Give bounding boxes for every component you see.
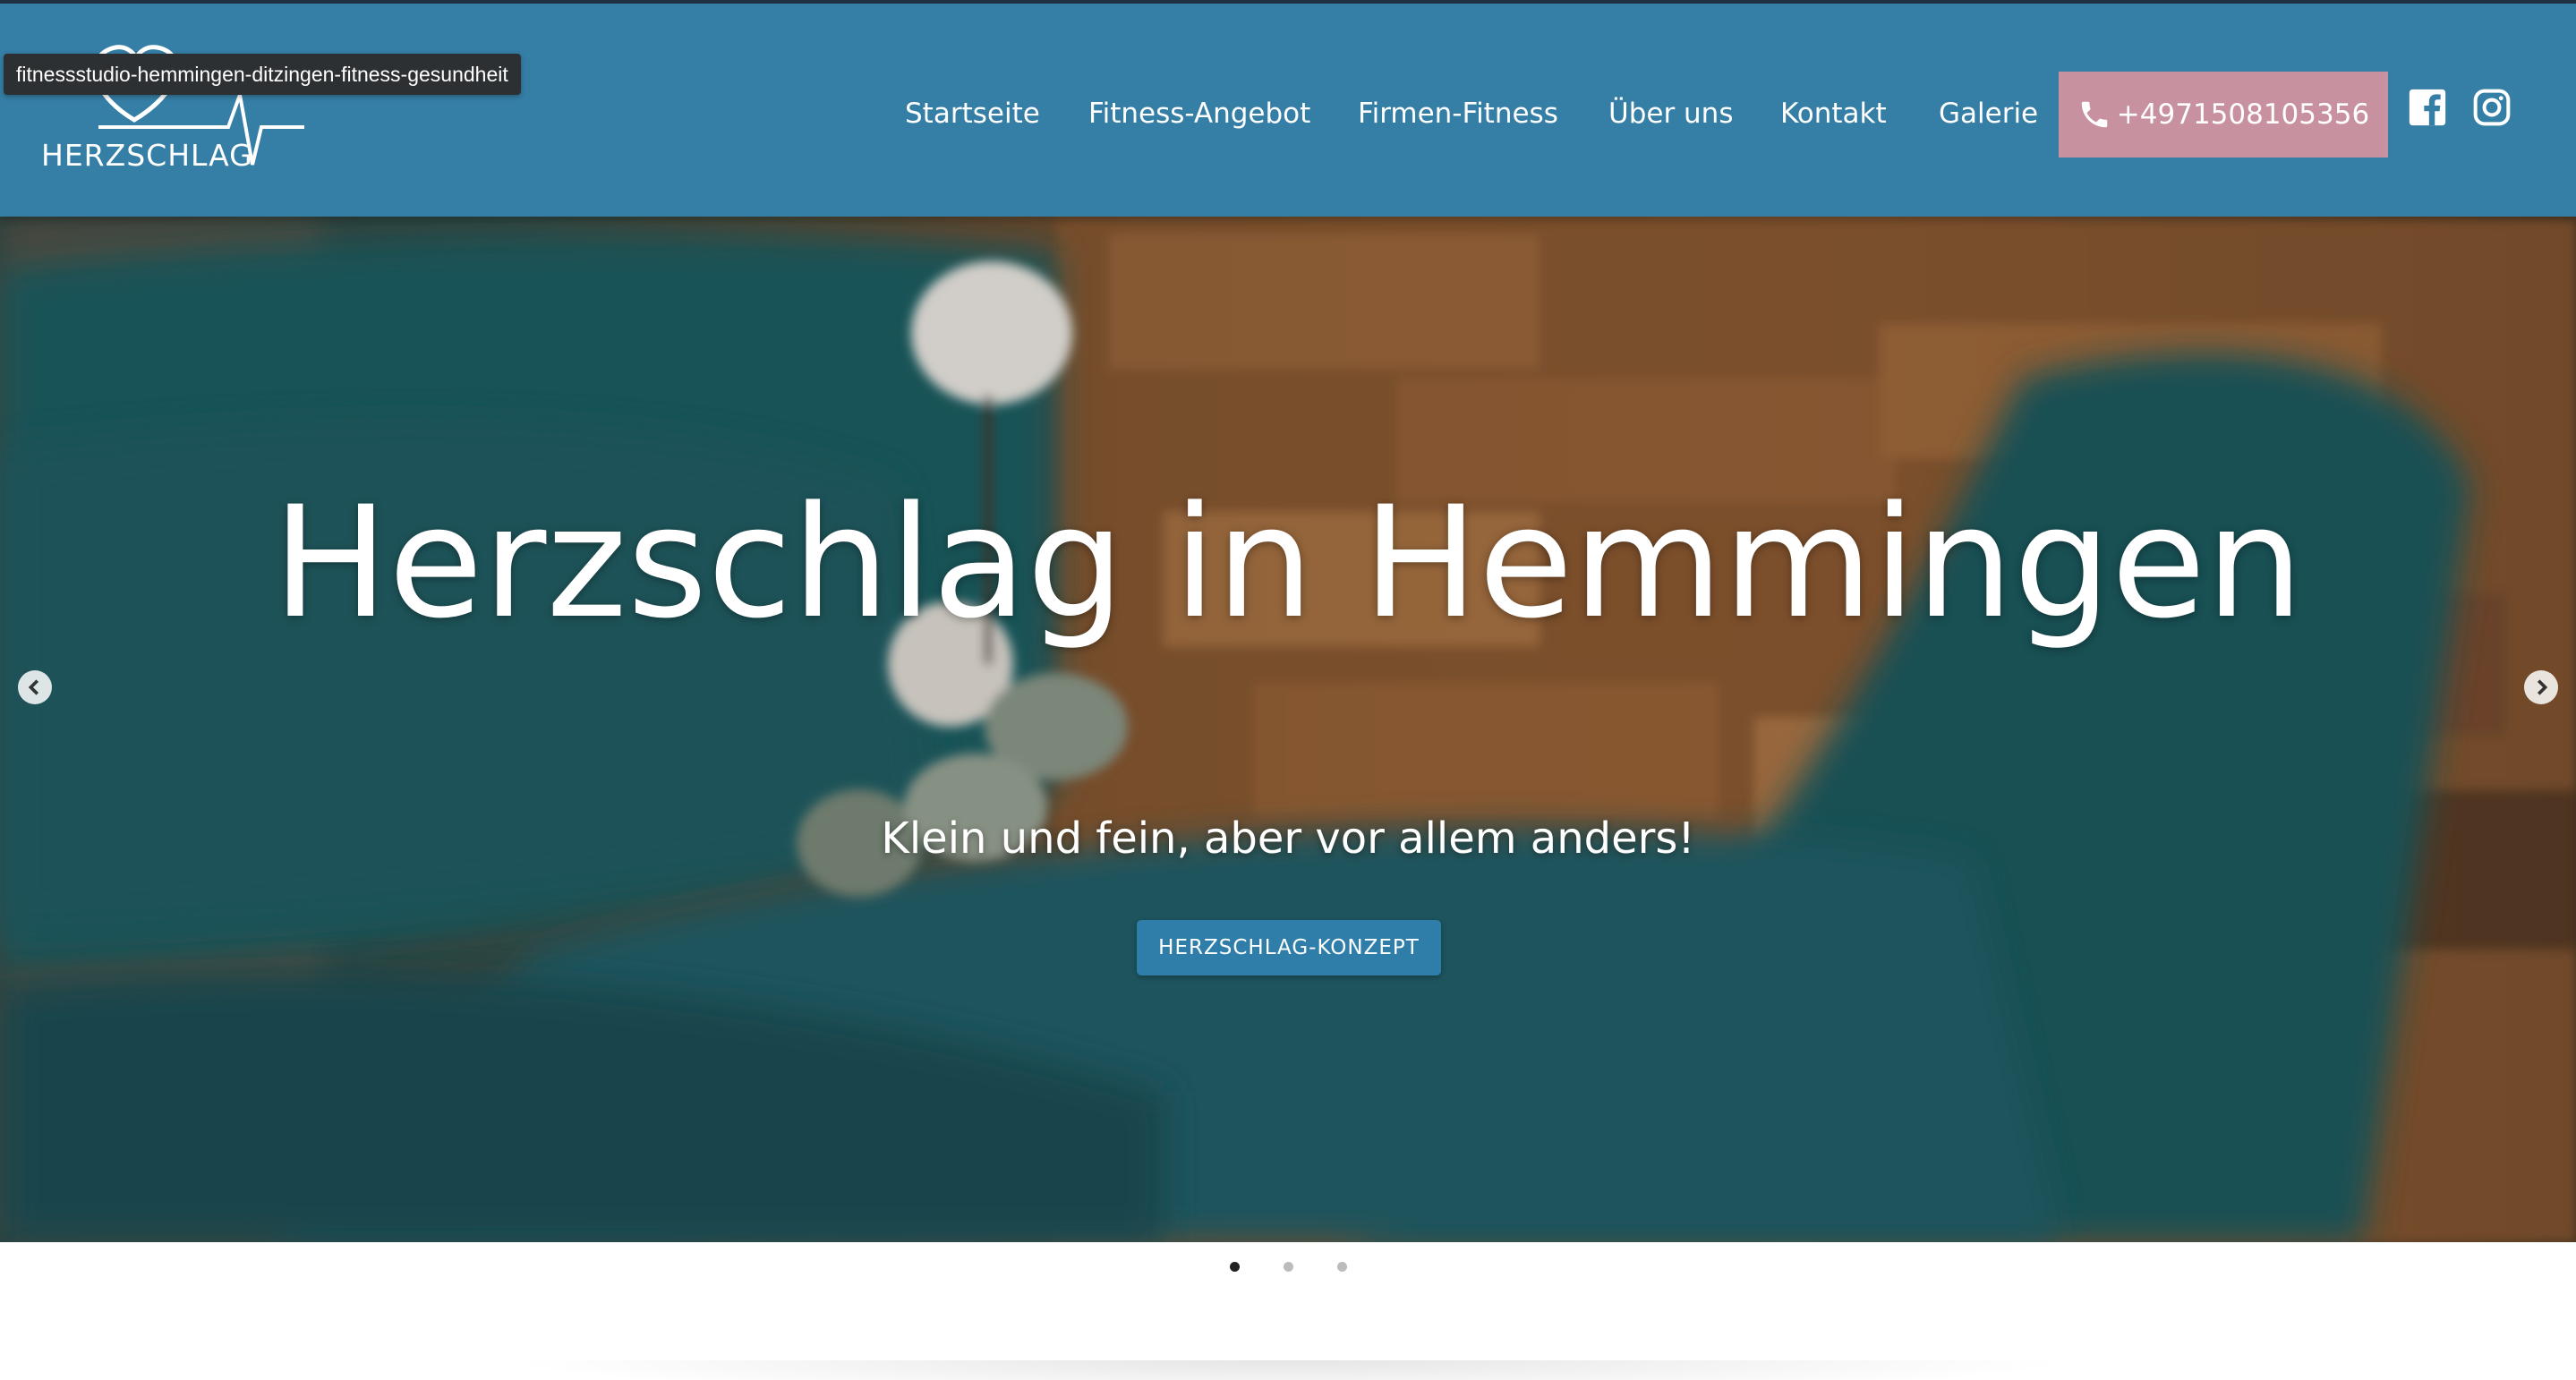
slider-next-button[interactable]: [2524, 670, 2558, 704]
chevron-left-icon: [28, 679, 39, 695]
nav-item-fitness-angebot[interactable]: Fitness-Angebot: [1088, 91, 1310, 136]
chevron-right-icon: [2537, 679, 2548, 695]
nav-item-galerie[interactable]: Galerie: [1939, 91, 2038, 136]
nav-item-kontakt[interactable]: Kontakt: [1780, 91, 1887, 136]
nav-item-firmen-fitness[interactable]: Firmen-Fitness: [1358, 91, 1558, 136]
facebook-icon[interactable]: [2408, 88, 2447, 127]
instagram-icon[interactable]: [2472, 88, 2512, 127]
hero-background-image: [0, 217, 2576, 1242]
nav-item-ueber-uns[interactable]: Über uns: [1608, 91, 1734, 136]
herzschlag-konzept-button[interactable]: HERZSCHLAG-KONZEPT: [1137, 920, 1441, 975]
slider-dot-3[interactable]: [1337, 1262, 1347, 1272]
site-header: HERZSCHLAG fitnessstudio-hemmingen-ditzi…: [0, 0, 2576, 217]
image-title-tooltip: fitnessstudio-hemmingen-ditzingen-fitnes…: [4, 54, 521, 95]
slider-pagination: [0, 1262, 2576, 1276]
hero-title: Herzschlag in Hemmingen: [272, 473, 2304, 652]
logo-text: HERZSCHLAG: [41, 138, 253, 173]
hero-slider: Herzschlag in Hemmingen Klein und fein, …: [0, 217, 2576, 1242]
nav-item-startseite[interactable]: Startseite: [905, 91, 1040, 136]
hero-subtitle: Klein und fein, aber vor allem anders!: [881, 814, 1695, 864]
slider-prev-button[interactable]: [18, 670, 52, 704]
slider-dot-2[interactable]: [1284, 1262, 1293, 1272]
phone-button[interactable]: +4971508105356: [2059, 72, 2388, 158]
section-shadow: [501, 1360, 2077, 1380]
phone-icon: [2081, 101, 2108, 128]
slider-dot-1[interactable]: [1230, 1262, 1240, 1272]
phone-number: +4971508105356: [2116, 98, 2370, 131]
